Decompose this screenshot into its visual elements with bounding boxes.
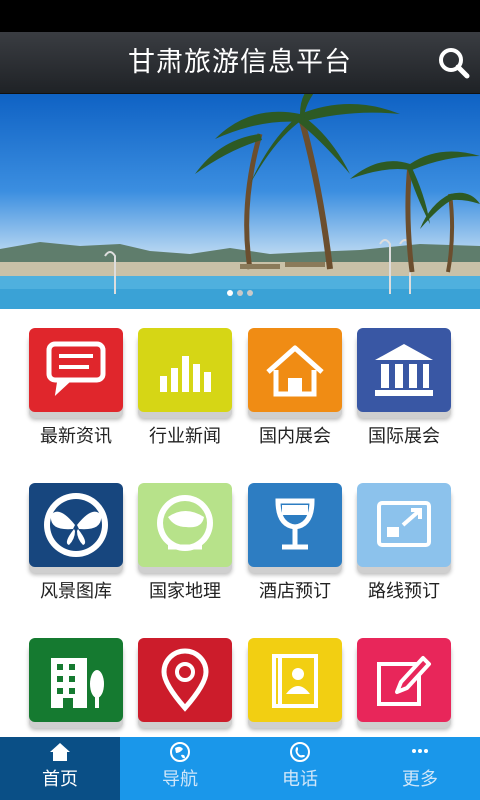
page-title: 甘肃旅游信息平台 — [128, 47, 352, 78]
tile-label: 最新资讯 — [40, 426, 112, 447]
tile-industry-news[interactable]: 行业新闻 — [138, 328, 234, 448]
tile-international-exhibitions[interactable]: 国际展会 — [357, 328, 453, 448]
pagination-dot[interactable] — [247, 290, 253, 296]
globe-icon — [170, 742, 190, 762]
message-icon — [29, 328, 123, 412]
tab-navigation[interactable]: 导航 — [120, 737, 240, 800]
house-icon — [248, 328, 342, 412]
wine-glass-icon — [248, 483, 342, 567]
tile-location[interactable] — [138, 638, 234, 732]
office-building-icon — [29, 638, 123, 722]
tile-label: 酒店预订 — [259, 581, 331, 602]
more-icon — [412, 749, 428, 753]
tile-label: 行业新闻 — [149, 426, 221, 447]
search-icon[interactable] — [436, 45, 472, 81]
globe-icon — [138, 483, 232, 567]
tab-home[interactable]: 首页 — [0, 737, 120, 800]
banner-pagination — [0, 290, 480, 296]
pagination-dot[interactable] — [237, 290, 243, 296]
bank-building-icon — [357, 328, 451, 412]
status-bar — [0, 0, 480, 32]
tile-label: 国际展会 — [368, 426, 440, 447]
tile-label: 国内展会 — [259, 426, 331, 447]
tab-more[interactable]: 更多 — [360, 737, 480, 800]
bottom-tab-bar: 首页 导航 电话 更多 — [0, 737, 480, 800]
tile-office-building[interactable] — [29, 638, 125, 732]
butterfly-icon — [29, 483, 123, 567]
tab-label: 更多 — [402, 769, 438, 790]
tile-hotel-booking[interactable]: 酒店预订 — [248, 483, 344, 603]
tile-label: 路线预订 — [368, 581, 440, 602]
bar-chart-icon — [138, 328, 232, 412]
tab-label: 导航 — [162, 769, 198, 790]
contact-book-icon — [248, 638, 342, 722]
tile-label: 风景图库 — [40, 581, 112, 602]
tile-route-booking[interactable]: 路线预订 — [357, 483, 453, 603]
tile-label: 国家地理 — [149, 581, 221, 602]
tile-scenery-gallery[interactable]: 风景图库 — [29, 483, 125, 603]
title-bar: 甘肃旅游信息平台 — [0, 32, 480, 94]
banner-image[interactable] — [0, 94, 480, 309]
expand-icon — [357, 483, 451, 567]
location-pin-icon — [138, 638, 232, 722]
edit-icon — [357, 638, 451, 722]
feature-grid: 最新资讯 行业新闻 国内展会 国际展会 风景图库 国家地理 酒店预订 路线预订 — [0, 309, 480, 737]
tile-national-geography[interactable]: 国家地理 — [138, 483, 234, 603]
tile-domestic-exhibitions[interactable]: 国内展会 — [248, 328, 344, 448]
tab-label: 首页 — [42, 769, 78, 790]
tab-label: 电话 — [282, 769, 318, 790]
tile-latest-news[interactable]: 最新资讯 — [29, 328, 125, 448]
pagination-dot[interactable] — [227, 290, 233, 296]
tile-edit[interactable] — [357, 638, 453, 732]
tab-phone[interactable]: 电话 — [240, 737, 360, 800]
home-icon — [50, 743, 70, 761]
phone-icon — [290, 742, 310, 762]
tile-contacts[interactable] — [248, 638, 344, 732]
